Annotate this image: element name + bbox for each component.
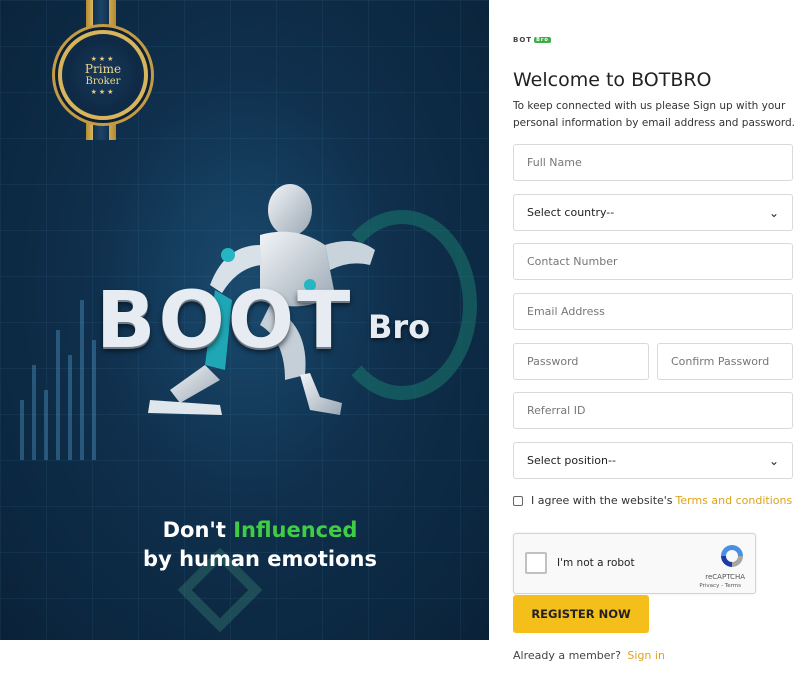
tagline-line2: by human emotions	[143, 547, 377, 571]
country-select[interactable]: Select country-- ⌄	[513, 194, 793, 231]
recaptcha-checkbox[interactable]	[525, 552, 547, 574]
terms-checkbox[interactable]	[513, 495, 523, 506]
bro-logo-text: Bro	[368, 308, 431, 346]
chevron-down-icon: ⌄	[768, 205, 779, 220]
prime-broker-medal: ★★★ Prime Broker ★★★	[58, 30, 148, 120]
password-input[interactable]	[513, 343, 649, 380]
recaptcha-brand: reCAPTCHA	[705, 573, 745, 581]
member-text: Already a member?	[513, 649, 621, 662]
tagline-pre: Don't	[162, 518, 226, 542]
medal-stars-bottom: ★★★	[90, 87, 116, 96]
register-button[interactable]: REGISTER NOW	[513, 595, 649, 633]
position-select[interactable]: Select position-- ⌄	[513, 442, 793, 479]
tagline-line1: Don't Influenced	[0, 518, 489, 542]
recaptcha-terms[interactable]: Privacy - Terms	[699, 583, 741, 589]
form-intro: To keep connected with us please Sign up…	[513, 100, 795, 129]
promo-banner: ★★★ Prime Broker ★★★ BOOT Bro Don't Infl…	[0, 0, 489, 640]
medal-text-prime: Prime	[84, 61, 122, 76]
medal-text-broker: Broker	[85, 75, 121, 87]
full-name-input[interactable]	[513, 144, 793, 181]
tagline-highlight: Influenced	[233, 518, 358, 542]
contact-number-input[interactable]	[513, 243, 793, 280]
member-prompt: Already a member? Sign in	[513, 649, 665, 662]
mini-logo: BOT Bro	[513, 36, 551, 44]
position-select-value: Select position--	[527, 454, 616, 467]
form-title: Welcome to BOTBRO	[513, 69, 712, 91]
registration-form: BOT Bro Welcome to BOTBRO To keep connect…	[513, 0, 803, 687]
recaptcha-icon	[721, 545, 743, 567]
recaptcha-widget: I'm not a robot reCAPTCHA Privacy - Term…	[513, 533, 756, 594]
terms-agreement: I agree with the website's Terms and con…	[513, 494, 792, 507]
boot-logo-text: BOOT	[96, 276, 354, 366]
terms-link[interactable]: Terms and conditions	[676, 494, 793, 507]
recaptcha-label: I'm not a robot	[557, 557, 635, 569]
mini-logo-pill: Bro	[534, 37, 551, 43]
confirm-password-input[interactable]	[657, 343, 793, 380]
email-input[interactable]	[513, 293, 793, 330]
country-select-value: Select country--	[527, 206, 615, 219]
registration-page: ★★★ Prime Broker ★★★ BOOT Bro Don't Infl…	[0, 0, 812, 687]
chevron-down-icon: ⌄	[768, 453, 779, 468]
mini-logo-text: BOT	[513, 36, 533, 44]
referral-id-input[interactable]	[513, 392, 793, 429]
terms-agree-text: I agree with the website's	[531, 494, 673, 507]
sign-in-link[interactable]: Sign in	[627, 649, 665, 662]
